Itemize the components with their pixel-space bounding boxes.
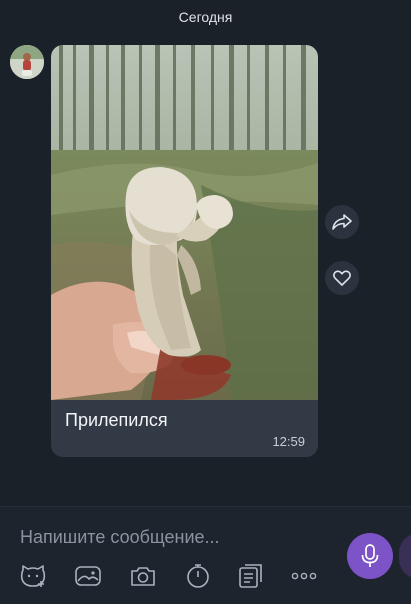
avatar[interactable] (10, 45, 44, 79)
timer-button[interactable] (183, 561, 213, 591)
message-bubble[interactable]: Прилепился 12:59 (51, 45, 318, 457)
voice-message-button[interactable] (347, 533, 393, 579)
microphone-icon (361, 544, 379, 567)
forward-button[interactable] (325, 205, 359, 239)
composer-toolbar (0, 561, 340, 593)
sticker-icon (20, 565, 46, 587)
like-button[interactable] (325, 261, 359, 295)
notes-icon (239, 564, 262, 588)
message-input[interactable] (20, 523, 320, 551)
message-caption: Прилепился (65, 410, 168, 430)
sticker-button[interactable] (18, 561, 48, 591)
more-button[interactable] (289, 561, 319, 591)
mushroom-photo[interactable] (51, 45, 318, 400)
camera-button[interactable] (128, 561, 158, 591)
camera-icon (131, 567, 155, 586)
notes-button[interactable] (236, 561, 266, 591)
timer-icon (187, 564, 209, 588)
message-time: 12:59 (272, 434, 305, 449)
forward-arrow-icon (332, 214, 352, 230)
heart-icon (333, 270, 351, 286)
gallery-icon (75, 566, 101, 586)
chat-screen: Сегодня Прилепился 12:59 Напишите сообще… (0, 0, 411, 604)
gallery-button[interactable] (73, 561, 103, 591)
avatar-image (10, 45, 44, 79)
more-dots-icon (291, 572, 317, 580)
date-divider: Сегодня (178, 9, 233, 25)
